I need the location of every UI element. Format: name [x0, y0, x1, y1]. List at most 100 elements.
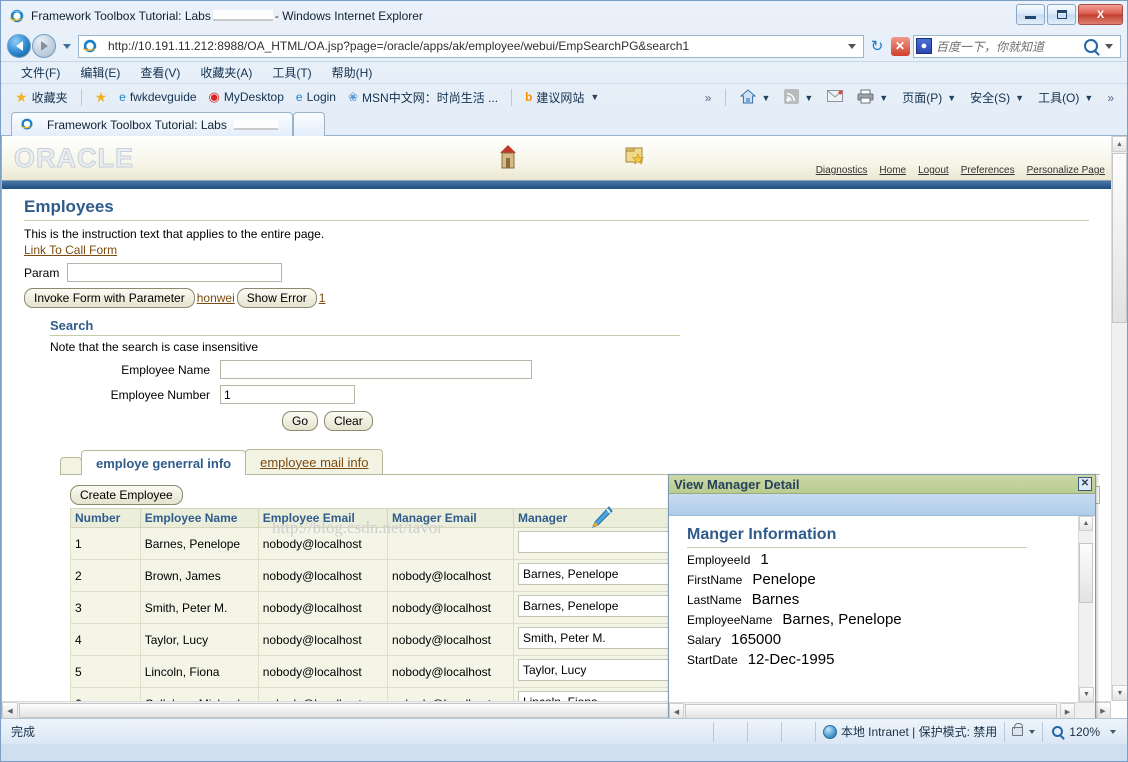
show-error-button[interactable]: Show Error — [236, 288, 317, 308]
chevron-down-icon[interactable]: ▼ — [590, 92, 599, 102]
dialog-vertical-scrollbar[interactable]: ▲ ▼ — [1078, 516, 1094, 718]
link-home[interactable]: Home — [879, 165, 906, 176]
menu-item-file[interactable]: 文件(F) — [11, 62, 70, 83]
oracle-home-icon[interactable] — [497, 144, 519, 173]
link-logout[interactable]: Logout — [918, 165, 949, 176]
chevron-down-icon[interactable]: ▼ — [947, 93, 956, 103]
invoke-form-button[interactable]: Invoke Form with Parameter — [24, 288, 195, 308]
manager-input[interactable]: Barnes, Penelope — [517, 595, 678, 617]
suggest-icon: b — [525, 90, 533, 104]
page-scroll-down-icon[interactable]: ▼ — [1112, 685, 1127, 701]
favorite-msn[interactable]: ❀ MSN中文网：时尚生活 ... — [342, 87, 504, 108]
scroll-up-icon[interactable]: ▲ — [1079, 516, 1093, 531]
back-button[interactable] — [7, 34, 31, 58]
refresh-button[interactable]: ↻ — [867, 36, 887, 56]
search-provider-dropdown-icon[interactable] — [1105, 43, 1113, 49]
menu-item-help[interactable]: 帮助(H) — [322, 62, 383, 83]
chevron-down-icon[interactable]: ▼ — [804, 93, 813, 103]
column-number[interactable]: Number — [70, 508, 141, 528]
link-personalize-page[interactable]: Personalize Page — [1027, 165, 1105, 176]
favbar-overflow-icon[interactable]: » — [698, 91, 719, 105]
chevron-down-icon[interactable]: ▼ — [761, 93, 770, 103]
chevron-down-icon[interactable]: ▼ — [1084, 93, 1093, 103]
dialog-vscroll-thumb[interactable] — [1079, 543, 1093, 603]
print-button[interactable]: ▼ — [850, 87, 895, 109]
menu-item-favorites[interactable]: 收藏夹(A) — [190, 62, 262, 83]
maximize-button[interactable] — [1047, 4, 1076, 25]
dialog-hscroll-thumb[interactable] — [685, 704, 1057, 718]
scroll-left-icon[interactable]: ◀ — [669, 703, 684, 718]
favorite-suggested-sites[interactable]: b 建议网站 ▼ — [519, 87, 605, 108]
chevron-down-icon[interactable]: ▼ — [879, 93, 888, 103]
chevron-down-icon[interactable]: ▼ — [1015, 93, 1024, 103]
link-to-call-form[interactable]: Link To Call Form — [24, 243, 117, 257]
scroll-down-icon[interactable]: ▼ — [1079, 687, 1094, 702]
employee-number-input[interactable] — [220, 385, 355, 404]
favorite-login[interactable]: e Login — [290, 88, 342, 106]
search-bar[interactable]: ● 百度一下，你就知道 — [913, 34, 1121, 58]
oracle-logo: ORACLE — [14, 142, 134, 173]
favorite-mydesktop[interactable]: ◉ MyDesktop — [203, 87, 290, 107]
menu-item-tools[interactable]: 工具(T) — [262, 62, 321, 83]
chevron-down-icon[interactable] — [1110, 729, 1116, 734]
page-scroll-up-icon[interactable]: ▲ — [1112, 136, 1127, 152]
menu-item-edit[interactable]: 编辑(E) — [70, 62, 130, 83]
address-url: http://10.191.11.212:8988/OA_HTML/OA.jsp… — [108, 39, 690, 53]
new-tab-button[interactable] — [292, 112, 325, 136]
home-button[interactable]: ▼ — [733, 87, 777, 109]
cmdbar-overflow-icon[interactable]: » — [1100, 91, 1121, 105]
oracle-favorites-icon[interactable] — [624, 144, 646, 169]
security-zone[interactable]: 本地 Intranet | 保护模式: 禁用 — [814, 721, 1004, 742]
menu-item-view[interactable]: 查看(V) — [130, 62, 190, 83]
manager-input[interactable]: Barnes, Penelope — [517, 563, 678, 585]
tab-framework-toolbox[interactable]: Framework Toolbox Tutorial: Labs — [11, 112, 293, 136]
page-vertical-scrollbar[interactable]: ▲ ▼ — [1111, 136, 1127, 701]
zoom-control[interactable]: 120% — [1042, 721, 1123, 742]
param-input[interactable] — [67, 263, 283, 282]
favorites-center-button[interactable]: ★ 收藏夹 — [9, 87, 74, 108]
safety-menu-button[interactable]: 安全(S) ▼ — [963, 87, 1031, 108]
chevron-down-icon[interactable] — [1029, 729, 1036, 734]
address-bar[interactable]: http://10.191.11.212:8988/OA_HTML/OA.jsp… — [78, 34, 864, 58]
tools-menu-button[interactable]: 工具(O) ▼ — [1031, 87, 1100, 108]
page-scroll-left-icon[interactable]: ◀ — [2, 702, 18, 718]
manager-input[interactable]: Taylor, Lucy — [517, 659, 678, 681]
protected-mode-indicator[interactable] — [1004, 721, 1042, 742]
view-manager-detail-dialog: View Manager Detail ✕ Manger Information… — [668, 474, 1096, 718]
column-manager-email[interactable]: Manager Email — [387, 508, 514, 528]
subtab-employee-general-info[interactable]: employe generral info — [81, 450, 247, 475]
minimize-button[interactable] — [1016, 4, 1045, 25]
search-icon[interactable] — [1084, 39, 1098, 53]
one-link[interactable]: 1 — [319, 291, 326, 305]
link-diagnostics[interactable]: Diagnostics — [816, 165, 868, 176]
add-favorite-button[interactable]: ★ — [89, 87, 114, 108]
scroll-right-icon[interactable]: ▶ — [1060, 703, 1075, 718]
address-dropdown-icon[interactable] — [848, 43, 856, 49]
dialog-horizontal-scrollbar[interactable]: ◀ ▶ — [669, 702, 1095, 718]
favorite-fwkdevguide[interactable]: e fwkdevguide — [113, 88, 202, 106]
employee-name-input[interactable] — [220, 360, 532, 379]
column-employee-name[interactable]: Employee Name — [139, 508, 259, 528]
create-employee-button[interactable]: Create Employee — [70, 485, 183, 505]
page-menu-button[interactable]: 页面(P) ▼ — [895, 87, 963, 108]
search-input[interactable]: 百度一下，你就知道 — [932, 38, 1082, 55]
close-button[interactable]: X — [1078, 4, 1123, 25]
clear-button[interactable]: Clear — [324, 411, 373, 431]
manager-input[interactable]: Smith, Peter M. — [517, 627, 678, 649]
forward-button[interactable] — [32, 34, 56, 58]
mail-button[interactable] — [820, 88, 850, 107]
feeds-button[interactable]: ▼ — [777, 87, 820, 109]
page-scroll-right-icon[interactable]: ▶ — [1095, 702, 1111, 718]
recent-pages-dropdown[interactable] — [63, 43, 71, 49]
column-employee-email[interactable]: Employee Email — [257, 508, 389, 528]
subtab-employee-mail-info[interactable]: employee mail info — [245, 449, 384, 474]
manager-input[interactable]: Lincoln, Fiona — [517, 691, 678, 701]
cell-number: 1 — [70, 527, 141, 560]
link-preferences[interactable]: Preferences — [961, 165, 1015, 176]
page-vscroll-thumb[interactable] — [1112, 153, 1127, 323]
stop-button[interactable]: ✕ — [890, 36, 910, 56]
go-button[interactable]: Go — [282, 411, 319, 431]
dialog-close-icon[interactable]: ✕ — [1078, 477, 1092, 491]
honwei-link[interactable]: honwei — [197, 291, 235, 305]
dialog-title-bar[interactable]: View Manager Detail ✕ — [669, 475, 1095, 494]
